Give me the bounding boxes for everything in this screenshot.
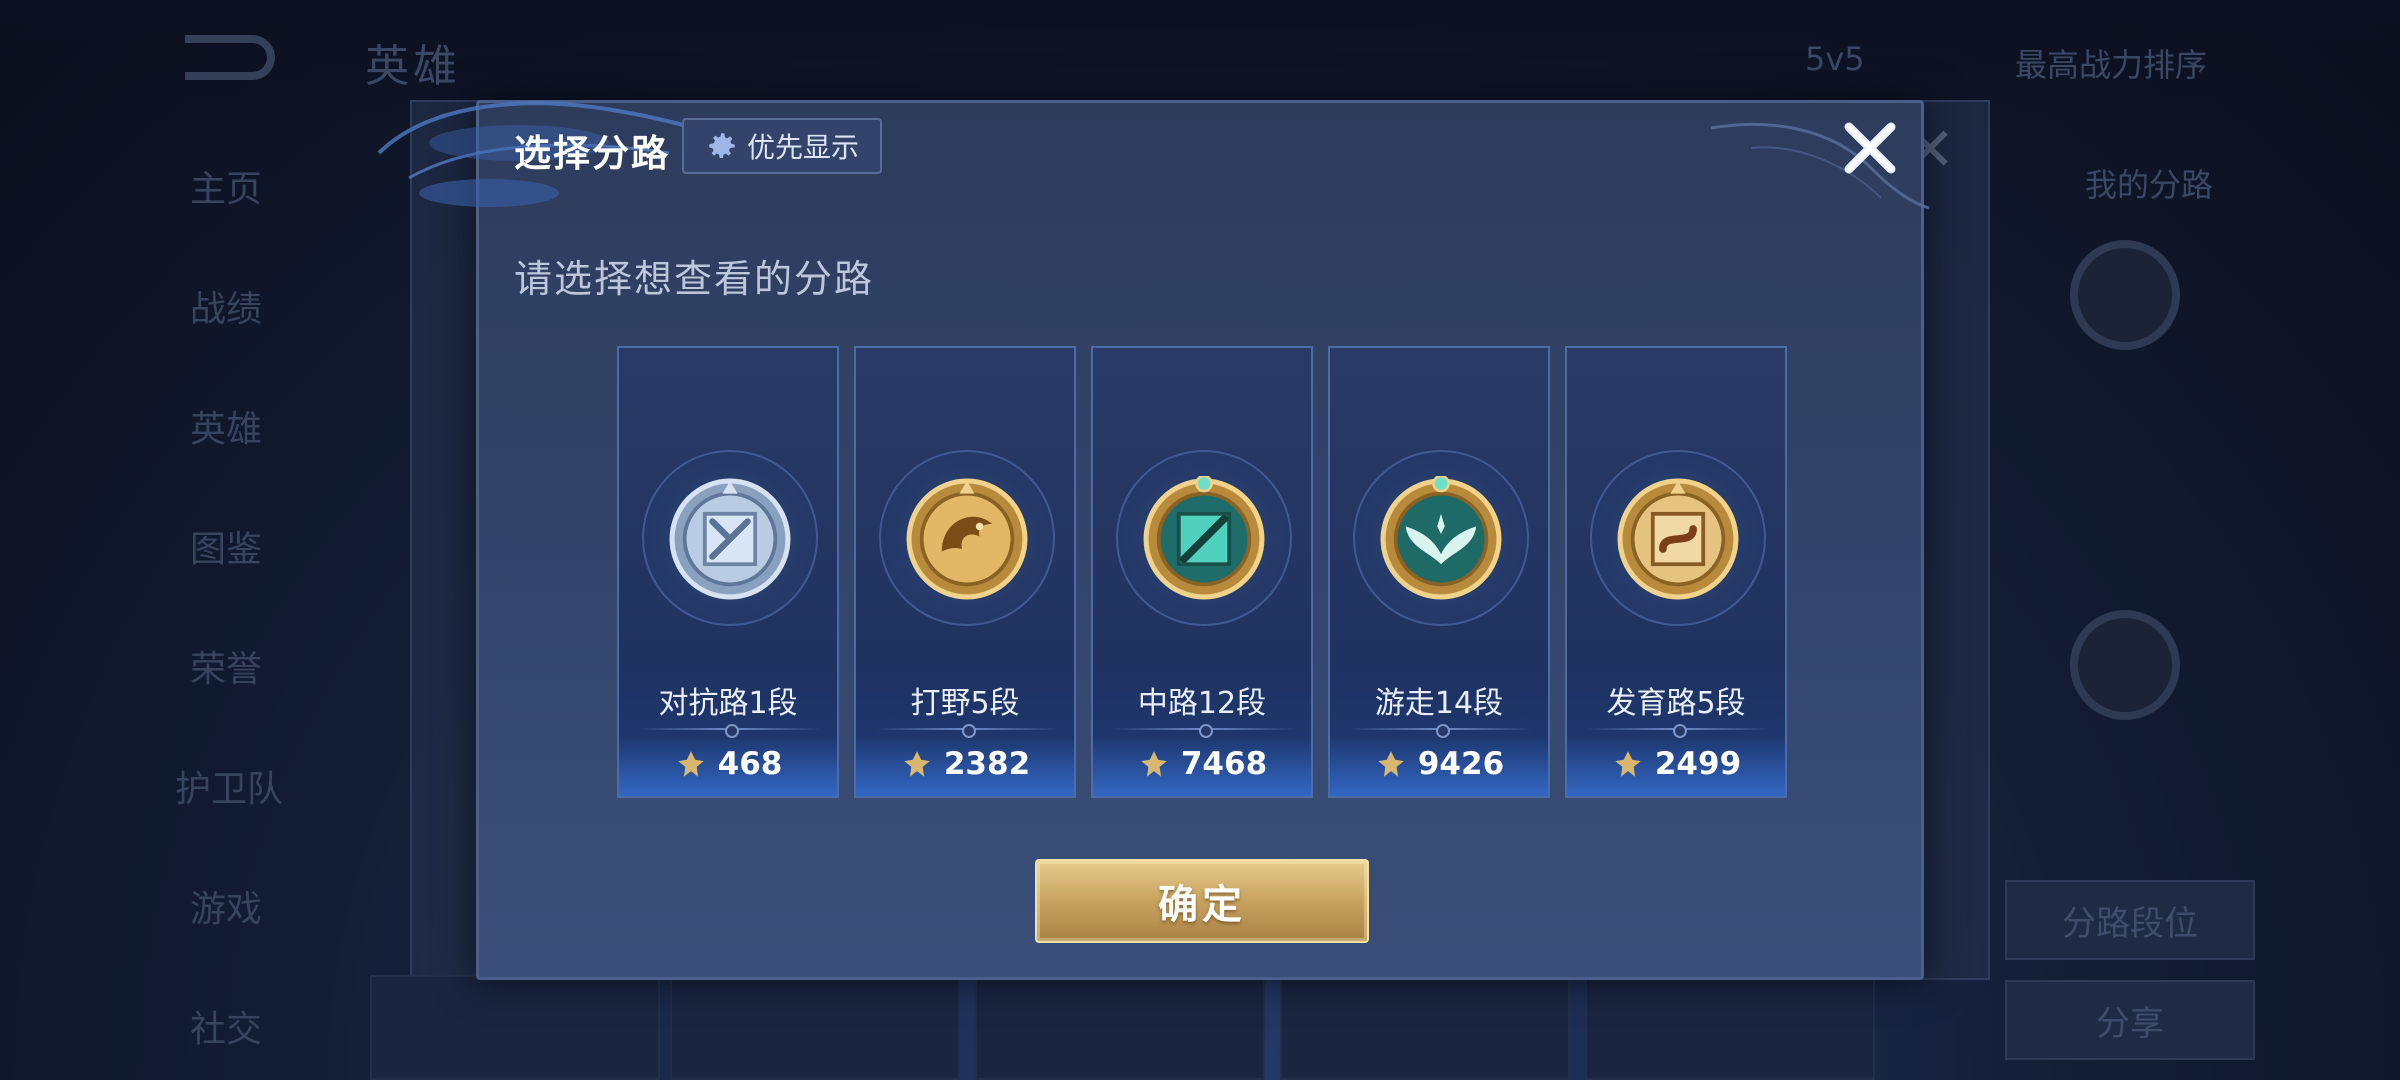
- lane-score-value: 7468: [1180, 746, 1268, 782]
- lane-score-value: 468: [717, 746, 783, 782]
- lane-card-clash[interactable]: 对抗路1段 468: [617, 346, 839, 798]
- background-right-panel: 我的分路 分路段位 分享: [2000, 110, 2260, 1060]
- lane-score-value: 2382: [943, 746, 1031, 782]
- clash-lane-emblem-icon: [669, 478, 791, 600]
- background-nav-item: 主页: [190, 169, 263, 210]
- lane-score: 468: [619, 746, 837, 782]
- priority-display-label: 优先显示: [746, 131, 859, 164]
- priority-display-button[interactable]: 优先显示: [682, 118, 882, 174]
- lane-score: 9426: [1330, 746, 1548, 782]
- background-nav-item: 英雄: [190, 409, 263, 450]
- lane-score: 2382: [856, 746, 1074, 782]
- background-share-button: 分享: [2005, 980, 2255, 1060]
- lane-card-name: 打野5段: [910, 686, 1020, 721]
- lane-card-name: 游走14段: [1374, 686, 1504, 721]
- lane-card-farm[interactable]: 发育路5段 2499: [1565, 346, 1787, 798]
- gear-icon: [709, 133, 735, 159]
- background-nav-item: 荣誉: [190, 649, 263, 690]
- lane-card-roam[interactable]: 游走14段 9426: [1328, 346, 1550, 798]
- card-divider: [1587, 724, 1769, 738]
- power-score-icon: [1615, 751, 1641, 777]
- lane-card-jungle[interactable]: 打野5段 2382: [854, 346, 1076, 798]
- card-divider: [1350, 724, 1532, 738]
- lane-score: 7468: [1093, 746, 1311, 782]
- dialog-title: 选择分路: [514, 132, 670, 175]
- lane-card-name: 发育路5段: [1606, 686, 1746, 721]
- select-lane-dialog: 选择分路 优先显示 请选择想查看的分路 对抗路1段 468 打野5段 2382 …: [377, 100, 1930, 980]
- power-score-icon: [1378, 751, 1404, 777]
- background-lane-rank-button: 分路段位: [2005, 880, 2255, 960]
- background-nav-item: 图鉴: [190, 529, 263, 570]
- background-mode-select: 5v5: [1805, 40, 1865, 78]
- power-score-icon: [1141, 751, 1167, 777]
- lane-score-value: 9426: [1417, 746, 1505, 782]
- background-hero-card: [1280, 975, 1570, 1080]
- back-arrow-icon: [185, 35, 275, 80]
- farm-lane-emblem-icon: [1617, 478, 1739, 600]
- background-nav-item: 护卫队: [175, 769, 284, 810]
- background-page-title: 英雄: [365, 41, 461, 92]
- lane-score-value: 2499: [1654, 746, 1742, 782]
- background-nav-item: 游戏: [190, 889, 263, 930]
- close-icon: [1844, 122, 1896, 174]
- background-my-lane-label: 我的分路: [2085, 166, 2214, 204]
- lane-card-mid[interactable]: 中路12段 7468: [1091, 346, 1313, 798]
- background-hero-card: [1585, 975, 1875, 1080]
- lane-card-list: 对抗路1段 468 打野5段 2382 中路12段 7468 游走14段 942…: [617, 346, 1787, 798]
- background-sort-select: 最高战力排序: [2015, 46, 2208, 84]
- power-score-icon: [904, 751, 930, 777]
- background-hero-card: [670, 975, 960, 1080]
- roam-wings-emblem-icon: [1380, 476, 1502, 600]
- card-divider: [1113, 724, 1295, 738]
- background-hero-card: [975, 975, 1265, 1080]
- close-button[interactable]: [1835, 113, 1905, 183]
- background-nav-item: 战绩: [190, 289, 263, 330]
- lane-card-name: 中路12段: [1137, 686, 1267, 721]
- background-nav-item: 社交: [190, 1009, 263, 1050]
- background-emblem-icon: [2070, 240, 2180, 350]
- jungle-dragon-emblem-icon: [906, 478, 1028, 600]
- background-emblem-icon: [2070, 610, 2180, 720]
- card-divider: [639, 724, 821, 738]
- power-score-icon: [677, 751, 704, 777]
- confirm-button[interactable]: 确定: [1035, 859, 1369, 943]
- mid-lane-emblem-icon: [1143, 476, 1265, 600]
- card-divider: [876, 724, 1058, 738]
- background-hero-card: [370, 975, 660, 1080]
- lane-card-name: 对抗路1段: [658, 686, 798, 721]
- lane-score: 2499: [1567, 746, 1785, 782]
- dialog-subtitle: 请选择想查看的分路: [514, 257, 875, 301]
